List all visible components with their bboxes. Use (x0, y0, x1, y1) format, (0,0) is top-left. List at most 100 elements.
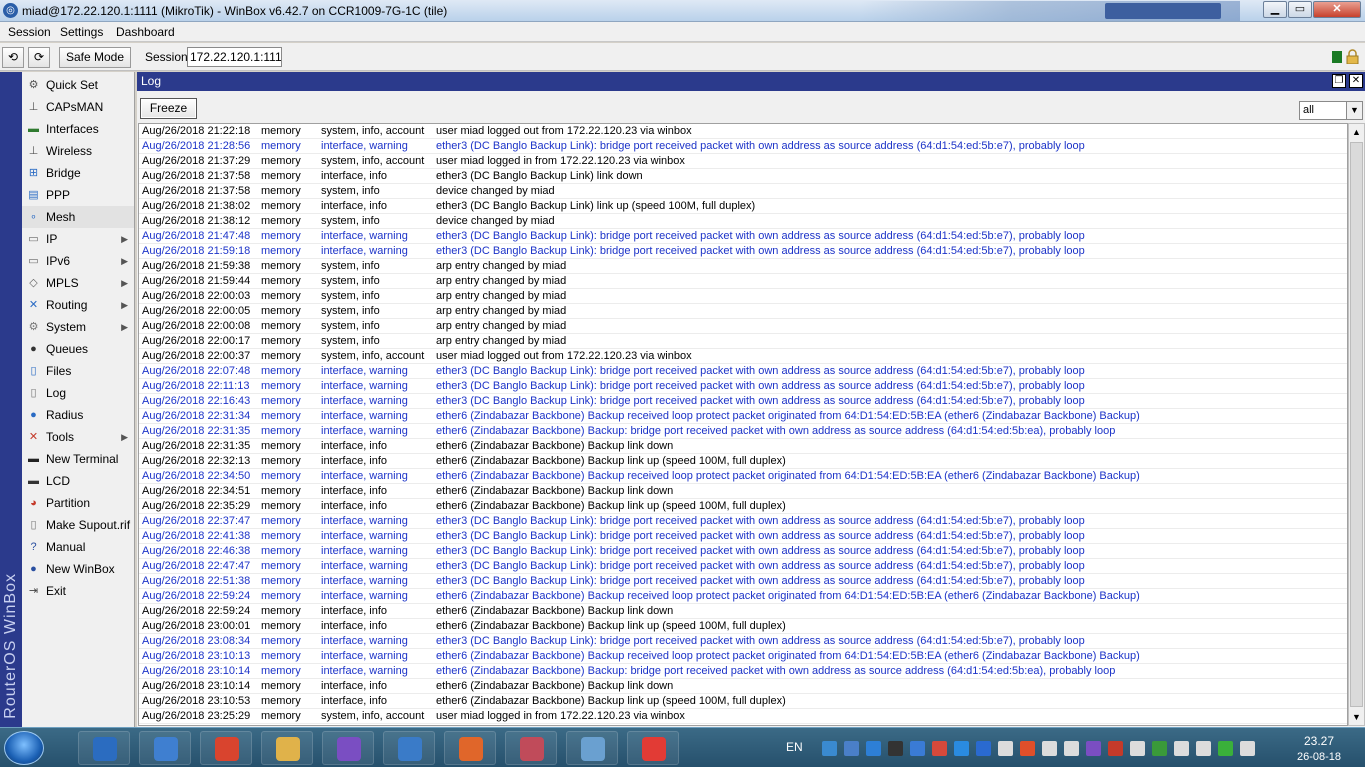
sidebar-item-partition[interactable]: ◕ Partition (22, 492, 134, 514)
table-row[interactable]: Aug/26/2018 23:10:53 memory interface, inf… (139, 694, 1347, 709)
sidebar-item-log[interactable]: ▯ Log (22, 382, 134, 404)
sidebar-item-capsman[interactable]: ⊥ CAPsMAN (22, 96, 134, 118)
menu-session[interactable]: Session (8, 25, 51, 39)
tray-icon[interactable] (1196, 741, 1211, 756)
sidebar-item-new-terminal[interactable]: ▬ New Terminal (22, 448, 134, 470)
table-row[interactable]: Aug/26/2018 22:07:48 memory interface, war… (139, 364, 1347, 379)
table-row[interactable]: Aug/26/2018 22:31:34 memory interface, war… (139, 409, 1347, 424)
sidebar-item-ipv6[interactable]: ▭ IPv6 ▶ (22, 250, 134, 272)
tray-icon[interactable] (844, 741, 859, 756)
sidebar-item-mesh[interactable]: ∘ Mesh (22, 206, 134, 228)
table-row[interactable]: Aug/26/2018 21:37:29 memory system, info, … (139, 154, 1347, 169)
minimize-button[interactable]: ▁ (1263, 1, 1287, 18)
tray-icon[interactable] (866, 741, 881, 756)
tray-icon[interactable] (1218, 741, 1233, 756)
log-filter-select[interactable]: all (1299, 101, 1353, 120)
tray-icon[interactable] (954, 741, 969, 756)
table-row[interactable]: Aug/26/2018 21:59:18 memory interface, war… (139, 244, 1347, 259)
taskbar-app-media[interactable] (139, 731, 191, 765)
sidebar-item-make-supout-rif[interactable]: ▯ Make Supout.rif (22, 514, 134, 536)
table-row[interactable]: Aug/26/2018 21:37:58 memory interface, inf… (139, 169, 1347, 184)
table-row[interactable]: Aug/26/2018 22:00:17 memory system, info ar… (139, 334, 1347, 349)
taskbar-app-firefox[interactable] (444, 731, 496, 765)
taskbar-app-snipping[interactable] (505, 731, 557, 765)
clock-date[interactable]: 26-08-18 (1294, 751, 1344, 763)
sidebar-item-wireless[interactable]: ⊥ Wireless (22, 140, 134, 162)
sidebar-item-ppp[interactable]: ▤ PPP (22, 184, 134, 206)
table-row[interactable]: Aug/26/2018 21:59:38 memory system, info ar… (139, 259, 1347, 274)
maximize-button[interactable]: ▭ (1288, 1, 1312, 18)
freeze-button[interactable]: Freeze (140, 98, 197, 119)
sidebar-item-mpls[interactable]: ◇ MPLS ▶ (22, 272, 134, 294)
table-row[interactable]: Aug/26/2018 23:10:14 memory interface, inf… (139, 679, 1347, 694)
table-row[interactable]: Aug/26/2018 23:10:13 memory interface, war… (139, 649, 1347, 664)
table-row[interactable]: Aug/26/2018 22:32:13 memory interface, inf… (139, 454, 1347, 469)
tray-icon[interactable] (910, 741, 925, 756)
table-row[interactable]: Aug/26/2018 22:37:47 memory interface, war… (139, 514, 1347, 529)
taskbar-app-phone[interactable] (383, 731, 435, 765)
sidebar-item-lcd[interactable]: ▬ LCD (22, 470, 134, 492)
table-row[interactable]: Aug/26/2018 22:34:51 memory interface, inf… (139, 484, 1347, 499)
session-input[interactable] (187, 47, 282, 67)
table-row[interactable]: Aug/26/2018 22:34:50 memory interface, war… (139, 469, 1347, 484)
tray-icon[interactable] (1020, 741, 1035, 756)
scroll-up-icon[interactable]: ▲ (1349, 124, 1364, 140)
table-row[interactable]: Aug/26/2018 22:59:24 memory interface, war… (139, 589, 1347, 604)
scroll-down-icon[interactable]: ▼ (1349, 709, 1364, 725)
menu-dashboard[interactable]: Dashboard (116, 25, 175, 39)
sidebar-item-bridge[interactable]: ⊞ Bridge (22, 162, 134, 184)
table-row[interactable]: Aug/26/2018 22:41:38 memory interface, war… (139, 529, 1347, 544)
sidebar-item-ip[interactable]: ▭ IP ▶ (22, 228, 134, 250)
tray-icon[interactable] (888, 741, 903, 756)
clock-time[interactable]: 23.27 (1298, 734, 1340, 748)
tray-icon[interactable] (822, 741, 837, 756)
language-indicator[interactable]: EN (786, 740, 803, 754)
tray-icon[interactable] (1064, 741, 1079, 756)
table-row[interactable]: Aug/26/2018 22:51:38 memory interface, war… (139, 574, 1347, 589)
redo-button[interactable]: ⟳ (28, 47, 50, 68)
tray-icon[interactable] (1240, 741, 1255, 756)
taskbar-app-viber[interactable] (322, 731, 374, 765)
table-row[interactable]: Aug/26/2018 22:00:05 memory system, info ar… (139, 304, 1347, 319)
table-row[interactable]: Aug/26/2018 21:47:48 memory interface, war… (139, 229, 1347, 244)
sidebar-item-exit[interactable]: ⇥ Exit (22, 580, 134, 602)
table-row[interactable]: Aug/26/2018 22:00:08 memory system, info ar… (139, 319, 1347, 334)
table-row[interactable]: Aug/26/2018 21:59:44 memory system, info ar… (139, 274, 1347, 289)
sidebar-item-radius[interactable]: ● Radius (22, 404, 134, 426)
sidebar-item-system[interactable]: ⚙ System ▶ (22, 316, 134, 338)
tray-icon[interactable] (1108, 741, 1123, 756)
tray-icon[interactable] (1130, 741, 1145, 756)
sidebar-item-files[interactable]: ▯ Files (22, 360, 134, 382)
close-button[interactable]: ✕ (1313, 1, 1361, 18)
sidebar-item-tools[interactable]: ✕ Tools ▶ (22, 426, 134, 448)
table-row[interactable]: Aug/26/2018 23:08:34 memory interface, war… (139, 634, 1347, 649)
close-icon[interactable]: ✕ (1349, 74, 1363, 88)
table-row[interactable]: Aug/26/2018 22:31:35 memory interface, war… (139, 424, 1347, 439)
table-row[interactable]: Aug/26/2018 23:00:01 memory interface, inf… (139, 619, 1347, 634)
table-row[interactable]: Aug/26/2018 22:31:35 memory interface, inf… (139, 439, 1347, 454)
undo-button[interactable]: ⟲ (2, 47, 24, 68)
table-row[interactable]: Aug/26/2018 23:10:14 memory interface, war… (139, 664, 1347, 679)
restore-icon[interactable]: ❐ (1332, 74, 1346, 88)
sidebar-item-routing[interactable]: ✕ Routing ▶ (22, 294, 134, 316)
table-row[interactable]: Aug/26/2018 22:00:03 memory system, info ar… (139, 289, 1347, 304)
chevron-down-icon[interactable]: ▼ (1346, 101, 1363, 120)
taskbar-app-chrome[interactable] (200, 731, 252, 765)
tray-icon[interactable] (976, 741, 991, 756)
table-row[interactable]: Aug/26/2018 22:59:24 memory interface, inf… (139, 604, 1347, 619)
table-row[interactable]: Aug/26/2018 21:37:58 memory system, info de… (139, 184, 1347, 199)
table-row[interactable]: Aug/26/2018 21:38:02 memory interface, inf… (139, 199, 1347, 214)
table-row[interactable]: Aug/26/2018 22:35:29 memory interface, inf… (139, 499, 1347, 514)
tray-icon[interactable] (1042, 741, 1057, 756)
sidebar-item-manual[interactable]: ? Manual (22, 536, 134, 558)
table-row[interactable]: Aug/26/2018 21:28:56 memory interface, war… (139, 139, 1347, 154)
tray-icon[interactable] (932, 741, 947, 756)
tray-icon[interactable] (998, 741, 1013, 756)
safe-mode-button[interactable]: Safe Mode (59, 47, 131, 68)
table-row[interactable]: Aug/26/2018 22:16:43 memory interface, war… (139, 394, 1347, 409)
vertical-scrollbar[interactable]: ▲ ▼ (1348, 123, 1365, 726)
table-row[interactable]: Aug/26/2018 23:25:29 memory system, info, … (139, 709, 1347, 724)
table-row[interactable]: Aug/26/2018 21:22:18 memory system, info, … (139, 124, 1347, 139)
sidebar-item-interfaces[interactable]: ▬ Interfaces (22, 118, 134, 140)
table-row[interactable]: Aug/26/2018 22:46:38 memory interface, war… (139, 544, 1347, 559)
